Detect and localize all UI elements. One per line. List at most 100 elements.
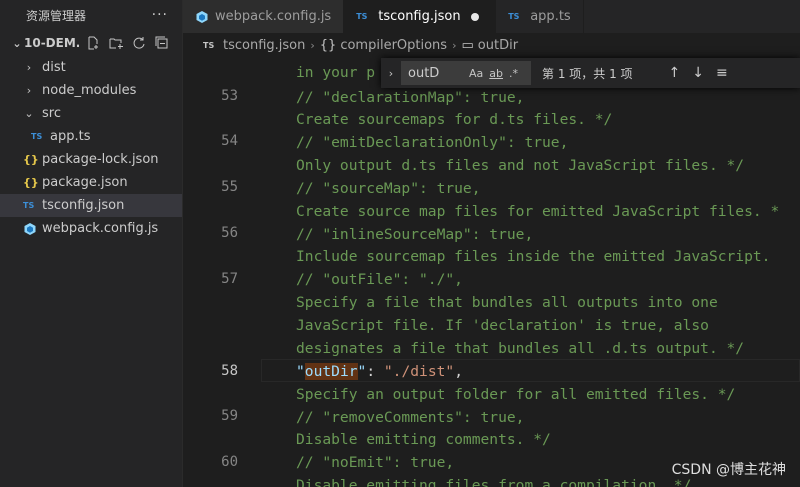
tree-item-label: dist <box>42 60 66 75</box>
code-line: // "noEmit": true, <box>296 454 455 471</box>
find-in-selection-icon[interactable]: ≡ <box>716 65 728 81</box>
tree-item-label: package.json <box>42 175 128 190</box>
code-line: Specify an output folder for all emitted… <box>296 386 736 403</box>
arrow-up-icon[interactable]: ↑ <box>669 65 681 81</box>
line-number: 59 <box>221 408 238 424</box>
code-line: in your p <box>296 64 376 81</box>
chevron-right-icon: › <box>26 84 32 97</box>
match-whole-word-icon[interactable]: ab <box>489 67 503 80</box>
arrow-down-icon[interactable]: ↓ <box>692 65 704 81</box>
tab-label: app.ts <box>530 9 571 24</box>
line-number: 57 <box>221 271 238 287</box>
breadcrumb-property[interactable]: outDir <box>478 38 518 53</box>
tree-item-package-lock[interactable]: {} package-lock.json <box>0 148 182 171</box>
property-icon: ▭ <box>461 37 474 53</box>
tree-item-tsconfig[interactable]: TS tsconfig.json <box>0 194 182 217</box>
find-nav: ↑ ↓ ≡ <box>669 65 728 81</box>
line-number: 60 <box>221 454 238 470</box>
code-line-outdir: "outDir": "./dist", <box>296 363 463 380</box>
tab-webpack-config[interactable]: webpack.config.js <box>183 0 345 33</box>
unsaved-dot-icon[interactable] <box>470 12 479 21</box>
editor-tabs: webpack.config.js TS tsconfig.json TS ap… <box>183 0 800 33</box>
find-widget: › outD Aa ab .* 第 1 项，共 1 项 ↑ ↓ ≡ <box>381 58 800 88</box>
tab-tsconfig[interactable]: TS tsconfig.json <box>344 0 497 33</box>
tab-label: tsconfig.json <box>378 9 461 24</box>
match-case-icon[interactable]: Aa <box>469 67 483 80</box>
ts-icon: TS <box>203 40 215 50</box>
line-number-gutter: 53 54 55 56 57 58 59 60 <box>183 57 238 487</box>
breadcrumb-object[interactable]: compilerOptions <box>340 38 447 53</box>
code-line: Specify a file that bundles all outputs … <box>296 294 718 311</box>
tree-item-label: tsconfig.json <box>42 198 125 213</box>
code-line: // "removeComments": true, <box>296 409 525 426</box>
tree-item-label: app.ts <box>50 129 91 144</box>
breadcrumb-file[interactable]: tsconfig.json <box>223 38 305 53</box>
tree-item-src[interactable]: ⌄ src <box>0 102 182 125</box>
ts-icon: TS <box>508 12 520 21</box>
webpack-icon <box>24 222 36 235</box>
line-number: 56 <box>221 225 238 241</box>
refresh-icon[interactable] <box>131 35 147 51</box>
code-line: // "sourceMap": true, <box>296 180 481 197</box>
ts-icon: TS <box>23 201 35 210</box>
code-line: Create sourcemaps for d.ts files. */ <box>296 111 613 128</box>
code-line: // "inlineSourceMap": true, <box>296 226 534 243</box>
tree-item-label: src <box>42 106 61 121</box>
new-file-icon[interactable] <box>85 35 101 51</box>
chevron-down-icon: ⌄ <box>24 107 34 120</box>
webpack-icon <box>196 10 208 23</box>
breadcrumb: TS tsconfig.json › {} compilerOptions › … <box>183 33 800 57</box>
tree-item-dist[interactable]: › dist <box>0 56 182 79</box>
tree-item-label: package-lock.json <box>42 152 159 167</box>
ts-icon: TS <box>356 12 368 21</box>
chevron-right-icon: › <box>310 38 315 52</box>
tree-item-package-json[interactable]: {} package.json <box>0 171 182 194</box>
tab-app-ts[interactable]: TS app.ts <box>496 0 584 33</box>
new-folder-icon[interactable] <box>108 35 124 51</box>
project-name: 10-DEM... <box>24 36 79 50</box>
explorer-title: 资源管理器 <box>26 8 87 23</box>
code-editor[interactable]: 53 54 55 56 57 58 59 60 in your p // "de… <box>183 57 800 487</box>
tree-item-app-ts[interactable]: TS app.ts <box>0 125 182 148</box>
json-icon: {} <box>23 176 39 189</box>
chevron-right-icon[interactable]: › <box>381 67 401 80</box>
explorer-header: 资源管理器 ··· <box>0 0 182 30</box>
tree-item-label: webpack.config.js <box>42 221 159 236</box>
watermark: CSDN @博主花神 <box>671 462 786 478</box>
regex-icon[interactable]: .* <box>509 67 518 80</box>
code-line: // "emitDeclarationOnly": true, <box>296 134 569 151</box>
line-number: 54 <box>221 133 238 149</box>
object-braces-icon: {} <box>319 37 337 53</box>
ts-icon: TS <box>31 132 43 141</box>
tab-label: webpack.config.js <box>215 9 332 24</box>
more-actions-icon[interactable]: ··· <box>152 7 168 23</box>
collapse-all-icon[interactable] <box>154 35 170 51</box>
search-match: outDir <box>304 363 358 380</box>
tree-item-webpack-config[interactable]: webpack.config.js <box>0 217 182 240</box>
line-number: 55 <box>221 179 238 195</box>
chevron-right-icon: › <box>26 61 32 74</box>
code-line: designates a file that bundles all .d.ts… <box>296 340 745 357</box>
line-number: 58 <box>221 363 238 379</box>
code-line: Disable emitting comments. */ <box>296 431 551 448</box>
chevron-down-icon: ⌄ <box>12 36 22 50</box>
chevron-right-icon: › <box>452 38 457 52</box>
explorer-sidebar: 资源管理器 ··· ⌄ 10-DEM... › dist › node_modu… <box>0 0 183 487</box>
explorer-toolbar <box>85 35 170 51</box>
code-line: Only output d.ts files and not JavaScrip… <box>296 157 745 174</box>
code-line: // "outFile": "./", <box>296 271 463 288</box>
project-folder[interactable]: ⌄ 10-DEM... <box>0 30 182 56</box>
line-number: 53 <box>221 88 238 104</box>
match-count: 第 1 项，共 1 项 <box>542 66 633 81</box>
code-line: Disable emitting files from a compilatio… <box>296 477 692 487</box>
code-line: Include sourcemap files inside the emitt… <box>296 248 771 265</box>
code-line: // "declarationMap": true, <box>296 89 525 106</box>
tree-item-label: node_modules <box>42 83 137 98</box>
outdir-value: "./dist" <box>383 363 455 380</box>
code-line: JavaScript file. If 'declaration' is tru… <box>296 317 709 334</box>
tree-item-node-modules[interactable]: › node_modules <box>0 79 182 102</box>
code-area[interactable]: in your p // "declarationMap": true, Cre… <box>296 57 800 487</box>
code-line: Create source map files for emitted Java… <box>296 203 780 220</box>
find-options: Aa ab .* <box>469 67 518 80</box>
json-icon: {} <box>23 153 39 166</box>
